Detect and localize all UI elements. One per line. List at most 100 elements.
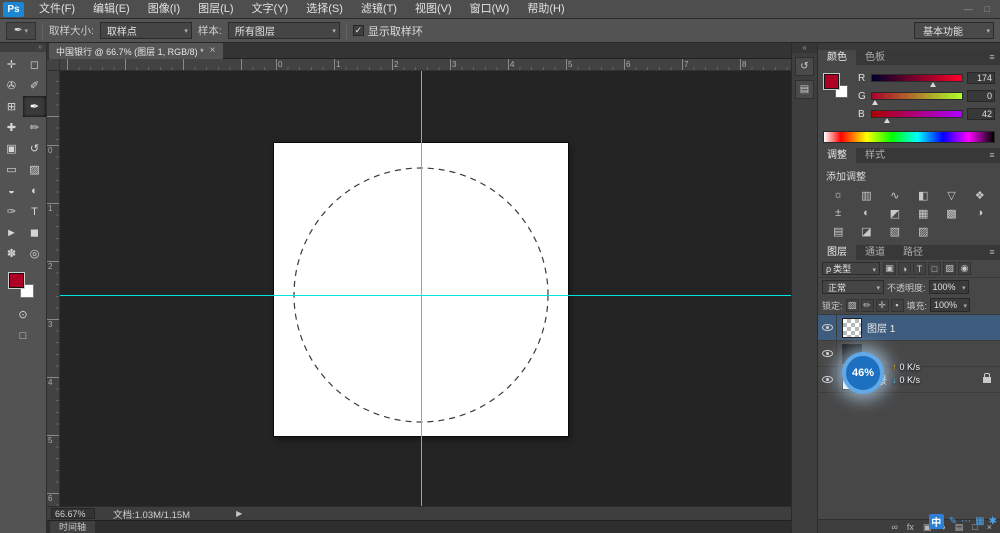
menu-item[interactable]: 编辑(E) <box>84 0 139 19</box>
filter-type-layers-icon[interactable]: T <box>913 262 926 275</box>
channel-slider[interactable] <box>871 110 963 123</box>
tab-adjustments[interactable]: 调整 <box>818 148 856 163</box>
rectangle-tool[interactable]: ◼ <box>23 222 46 243</box>
net-speed-widget[interactable]: 46% ↑ 0 K/s ↓ 0 K/s <box>842 352 920 394</box>
history-panel-icon[interactable]: ↺ <box>795 57 814 76</box>
lasso-tool[interactable]: ✇ <box>0 75 23 96</box>
path-selection-tool[interactable]: ► <box>0 222 23 243</box>
photo-filter-icon[interactable]: ◩ <box>881 204 909 222</box>
layer-style-icon[interactable]: fx <box>907 520 914 533</box>
ime-keyboard-icon[interactable]: ▦ <box>975 514 984 529</box>
layer-visibility-icon[interactable] <box>818 340 837 367</box>
tab-channels[interactable]: 通道 <box>856 245 894 260</box>
document-tab[interactable]: 中国银行 @ 66.7% (图层 1, RGB/8) * × <box>49 43 223 59</box>
sample-layers-dropdown[interactable]: 所有图层 ▾ <box>227 22 340 39</box>
blur-tool[interactable]: ◒ <box>0 180 23 201</box>
vertical-ruler[interactable]: 0 1 2 3 4 5 6 <box>47 71 60 506</box>
history-brush-tool[interactable]: ↺ <box>23 138 46 159</box>
panel-menu-icon[interactable]: ≡ <box>984 148 1000 163</box>
eyedropper-tool[interactable]: ✒ <box>23 96 46 117</box>
color-spectrum-ramp[interactable] <box>823 131 995 143</box>
foreground-color-swatch[interactable] <box>824 74 839 89</box>
threshold-icon[interactable]: ◪ <box>852 222 880 240</box>
ruler-origin[interactable] <box>47 59 60 71</box>
tab-color[interactable]: 颜色 <box>818 50 856 65</box>
blend-mode-dropdown[interactable]: 正常 ▾ <box>822 280 884 294</box>
menu-item[interactable]: 图层(L) <box>189 0 242 19</box>
ime-mode-badge[interactable]: 中 <box>928 513 944 529</box>
foreground-color-swatch[interactable] <box>9 273 24 288</box>
channel-value[interactable]: 0 <box>967 90 995 102</box>
menu-item[interactable]: 选择(S) <box>297 0 352 19</box>
exposure-icon[interactable]: ◧ <box>909 186 937 204</box>
quick-selection-tool[interactable]: ✐ <box>23 75 46 96</box>
spot-healing-brush-tool[interactable]: ✚ <box>0 117 23 138</box>
tab-swatches[interactable]: 色板 <box>856 50 894 65</box>
hue-saturation-icon[interactable]: ❖ <box>966 186 994 204</box>
menu-item[interactable]: 窗口(W) <box>461 0 519 19</box>
channel-slider[interactable] <box>871 74 963 87</box>
clone-stamp-tool[interactable]: ▣ <box>0 138 23 159</box>
ime-settings-icon[interactable]: ✱ <box>989 514 997 529</box>
zoom-level[interactable]: 66.67% <box>51 508 95 519</box>
pen-tool[interactable]: ✑ <box>0 201 23 222</box>
quick-mask-button[interactable]: ⊙ <box>12 304 35 325</box>
channel-value[interactable]: 174 <box>967 72 995 84</box>
window-maximize-button[interactable]: □ <box>985 0 990 19</box>
crop-tool[interactable]: ⊞ <box>0 96 23 117</box>
tab-styles[interactable]: 样式 <box>856 148 894 163</box>
filter-pixel-layers-icon[interactable]: ▣ <box>883 262 896 275</box>
channel-value[interactable]: 42 <box>967 108 995 120</box>
window-minimize-button[interactable]: — <box>964 0 973 19</box>
sample-size-dropdown[interactable]: 取样点 ▾ <box>99 22 192 39</box>
active-tool-badge[interactable]: ✒ ▾ <box>6 21 36 40</box>
ime-pen-icon[interactable]: ✎ <box>949 514 957 529</box>
status-menu-icon[interactable]: ▶ <box>236 509 242 518</box>
lock-position-icon[interactable]: ✛ <box>875 298 889 312</box>
horizontal-ruler[interactable]: 0 1 2 3 4 5 6 7 8 <box>60 59 791 71</box>
layer-visibility-icon[interactable] <box>818 314 837 341</box>
filter-toggle-icon[interactable]: ◉ <box>958 262 971 275</box>
tab-paths[interactable]: 路径 <box>894 245 932 260</box>
brush-tool[interactable]: ✏ <box>23 117 46 138</box>
layer-thumbnail[interactable] <box>837 317 867 338</box>
photoshop-logo-icon[interactable]: Ps <box>3 1 24 17</box>
menu-item[interactable]: 滤镜(T) <box>352 0 406 19</box>
layer-visibility-icon[interactable] <box>818 366 837 393</box>
fill-value[interactable]: 100% ▾ <box>930 298 971 312</box>
lock-image-pixels-icon[interactable]: ✏ <box>860 298 874 312</box>
hand-tool[interactable]: ✽ <box>0 243 23 264</box>
black-white-icon[interactable]: ◐ <box>852 204 880 222</box>
layer-row[interactable]: 图层 1 <box>818 314 1000 341</box>
levels-icon[interactable]: ▥ <box>852 186 880 204</box>
posterize-icon[interactable]: ▤ <box>824 222 852 240</box>
properties-panel-icon[interactable]: ▤ <box>795 80 814 99</box>
menu-item[interactable]: 文件(F) <box>30 0 84 19</box>
menu-item[interactable]: 视图(V) <box>406 0 461 19</box>
selective-color-icon[interactable]: ▨ <box>909 222 937 240</box>
filter-adjustment-layers-icon[interactable]: ◑ <box>898 262 911 275</box>
menu-item[interactable]: 文字(Y) <box>243 0 298 19</box>
close-document-icon[interactable]: × <box>210 46 216 56</box>
panel-color-swatches[interactable] <box>824 74 852 102</box>
move-tool[interactable]: ✛ <box>0 54 23 75</box>
lock-transparent-pixels-icon[interactable]: ▨ <box>845 298 859 312</box>
panel-menu-icon[interactable]: ≡ <box>984 50 1000 65</box>
slider-thumb-icon[interactable] <box>930 82 937 87</box>
filter-shape-layers-icon[interactable]: □ <box>928 262 941 275</box>
rectangular-marquee-tool[interactable]: ◻ <box>23 54 46 75</box>
link-layers-icon[interactable]: ∞ <box>891 520 897 533</box>
tab-layers[interactable]: 图层 <box>818 245 856 260</box>
expand-panels-icon[interactable]: « <box>792 43 817 53</box>
eraser-tool[interactable]: ▭ <box>0 159 23 180</box>
timeline-tab[interactable]: 时间轴 <box>50 521 96 533</box>
screen-mode-button[interactable]: □ <box>12 325 35 346</box>
brightness-contrast-icon[interactable]: ☼ <box>824 186 852 204</box>
gradient-tool[interactable]: ▨ <box>23 159 46 180</box>
panel-menu-icon[interactable]: ≡ <box>984 245 1000 260</box>
workspace-switcher[interactable]: 基本功能 ▾ <box>914 22 994 39</box>
layer-filter-dropdown[interactable]: ρ 类型 ▾ <box>822 262 880 275</box>
channel-slider[interactable] <box>871 92 963 105</box>
opacity-value[interactable]: 100% ▾ <box>928 280 969 294</box>
vibrance-icon[interactable]: ▽ <box>937 186 965 204</box>
